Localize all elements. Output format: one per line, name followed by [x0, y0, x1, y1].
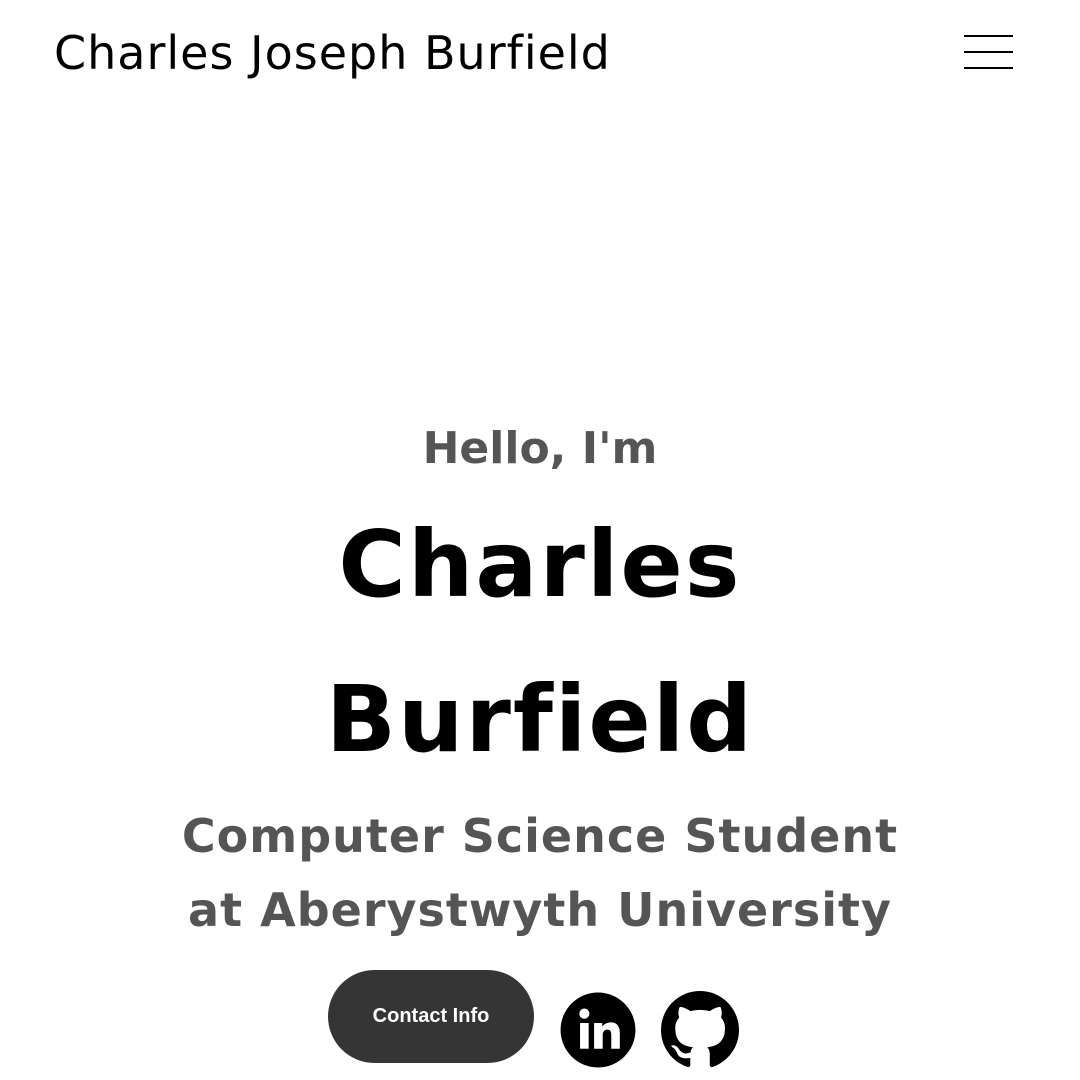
hero-name-last: Burfield — [325, 666, 755, 773]
hamburger-menu-icon[interactable] — [964, 33, 1013, 71]
contact-info-button[interactable]: Contact Info — [328, 970, 534, 1063]
hero-name-first: Charles — [338, 511, 742, 618]
hamburger-line — [964, 67, 1013, 69]
linkedin-icon[interactable] — [559, 991, 637, 1069]
greeting-text: Hello, I'm — [422, 423, 658, 474]
site-title[interactable]: Charles Joseph Burfield — [54, 24, 611, 82]
hamburger-line — [964, 51, 1013, 53]
github-icon[interactable] — [661, 991, 739, 1069]
hamburger-line — [964, 35, 1013, 37]
hero-tagline-line1: Computer Science Student — [181, 809, 899, 863]
hero-tagline-line2: at Aberystwyth University — [188, 883, 892, 937]
